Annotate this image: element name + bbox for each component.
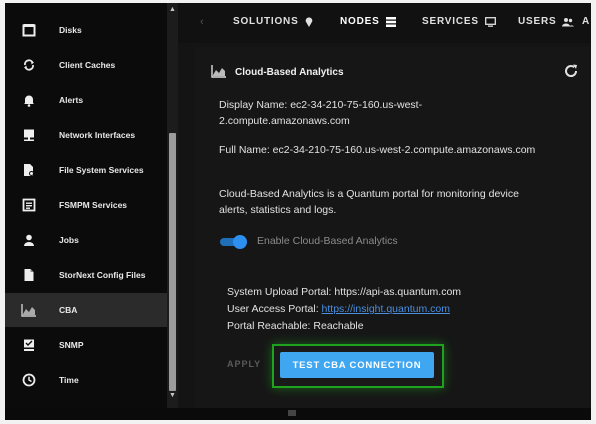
- document-icon: [19, 265, 39, 285]
- sidebar-item-label: Client Caches: [59, 60, 116, 70]
- sidebar-item-label: Disks: [59, 25, 82, 35]
- sidebar-item-jobs[interactable]: Jobs: [5, 223, 167, 257]
- disk-icon: [19, 20, 39, 40]
- sidebar-item-network-interfaces[interactable]: Network Interfaces: [5, 118, 167, 152]
- sidebar-item-cba[interactable]: CBA: [5, 293, 167, 327]
- bell-icon: [19, 90, 39, 110]
- users-icon: [562, 17, 575, 26]
- enable-cba-toggle[interactable]: [220, 235, 248, 249]
- tab-nodes[interactable]: NODES: [340, 16, 396, 27]
- keyboard-icon: [288, 410, 296, 416]
- monitor-icon: [19, 125, 39, 145]
- apply-button[interactable]: APPLY: [227, 359, 261, 369]
- tab-label: NODES: [340, 16, 380, 27]
- reachable-label: Portal Reachable:: [227, 320, 311, 332]
- toggle-knob: [233, 235, 247, 249]
- snmp-icon: [19, 335, 39, 355]
- reachable-row: Portal Reachable: Reachable: [227, 318, 364, 334]
- area-chart-icon: [211, 65, 226, 78]
- sidebar-item-alerts[interactable]: Alerts: [5, 83, 167, 117]
- reachable-value: Reachable: [313, 320, 364, 332]
- tab-label: USERS: [518, 16, 557, 27]
- server-icon: [385, 16, 396, 27]
- tab-label: SOLUTIONS: [233, 16, 299, 27]
- refresh-icon[interactable]: [563, 63, 579, 79]
- top-nav: ‹ SOLUTIONS NODES SERVICES USERS A: [178, 3, 591, 43]
- display-name-line1: Display Name: ec2-34-210-75-160.us-west-: [219, 99, 423, 111]
- sidebar-item-time[interactable]: Time: [5, 363, 167, 397]
- sidebar-item-label: CBA: [59, 305, 78, 315]
- display-name-line2: 2.compute.amazonaws.com: [219, 115, 350, 127]
- tab-users[interactable]: USERS: [518, 16, 575, 27]
- sync-icon: [19, 55, 39, 75]
- clock-icon: [19, 370, 39, 390]
- sidebar-item-label: SNMP: [59, 340, 84, 350]
- cba-panel: Cloud-Based Analytics Display Name: ec2-…: [195, 47, 591, 420]
- sidebar-item-file-system-services[interactable]: File System Services: [5, 153, 167, 187]
- upload-portal-value: https://api-as.quantum.com: [334, 286, 462, 298]
- sidebar-item-client-caches[interactable]: Client Caches: [5, 48, 167, 82]
- full-name: Full Name: ec2-34-210-75-160.us-west-2.c…: [219, 144, 536, 156]
- chevron-left-icon[interactable]: ‹: [200, 16, 204, 28]
- sidebar-item-snmp[interactable]: SNMP: [5, 328, 167, 362]
- tab-label: SERVICES: [422, 16, 479, 27]
- list-icon: [19, 195, 39, 215]
- page-title: Cloud-Based Analytics: [235, 67, 344, 78]
- sidebar-item-label: Time: [59, 375, 79, 385]
- sidebar-item-disks[interactable]: Disks: [5, 13, 167, 47]
- test-button-highlight: TEST CBA CONNECTION: [272, 344, 444, 388]
- upload-portal-row: System Upload Portal: https://api-as.qua…: [227, 284, 461, 300]
- sidebar-item-stornext-config-files[interactable]: StorNext Config Files: [5, 258, 167, 292]
- upload-portal-label: System Upload Portal:: [227, 286, 332, 298]
- description-line2: alerts, statistics and logs.: [219, 204, 337, 216]
- sidebar-item-fsmpm-services[interactable]: FSMPM Services: [5, 188, 167, 222]
- tab-a[interactable]: A: [582, 16, 590, 27]
- bottom-bar: [5, 408, 591, 420]
- screenshot-frame: Disks Client Caches Alerts Network Inter…: [0, 0, 596, 424]
- scroll-up-arrow-icon[interactable]: ▲: [167, 5, 178, 15]
- area-chart-icon: [19, 300, 39, 320]
- sidebar-item-label: File System Services: [59, 165, 144, 175]
- sidebar-item-label: Network Interfaces: [59, 130, 136, 140]
- person-icon: [19, 230, 39, 250]
- user-portal-row: User Access Portal: https://insight.quan…: [227, 301, 450, 317]
- tab-services[interactable]: SERVICES: [422, 16, 496, 27]
- sidebar-item-label: Jobs: [59, 235, 79, 245]
- sidebar-item-label: Alerts: [59, 95, 84, 105]
- file-gear-icon: [19, 160, 39, 180]
- test-cba-connection-button[interactable]: TEST CBA CONNECTION: [280, 352, 434, 378]
- tab-solutions[interactable]: SOLUTIONS: [233, 16, 313, 27]
- app-window: Disks Client Caches Alerts Network Inter…: [5, 3, 591, 420]
- screen-icon: [484, 16, 496, 27]
- user-portal-link[interactable]: https://insight.quantum.com: [322, 303, 450, 315]
- location-pin-icon: [305, 16, 312, 27]
- user-portal-label: User Access Portal:: [227, 303, 319, 315]
- sidebar: Disks Client Caches Alerts Network Inter…: [5, 3, 167, 420]
- scroll-down-arrow-icon[interactable]: ▼: [167, 391, 178, 401]
- tab-label: A: [582, 16, 591, 27]
- sidebar-scrollbar[interactable]: ▲ ▼: [167, 3, 178, 408]
- sidebar-item-label: FSMPM Services: [59, 200, 128, 210]
- description-line1: Cloud-Based Analytics is a Quantum porta…: [219, 188, 519, 200]
- scrollbar-thumb[interactable]: [169, 133, 176, 391]
- sidebar-item-label: StorNext Config Files: [59, 270, 146, 280]
- enable-cba-label: Enable Cloud-Based Analytics: [257, 235, 398, 247]
